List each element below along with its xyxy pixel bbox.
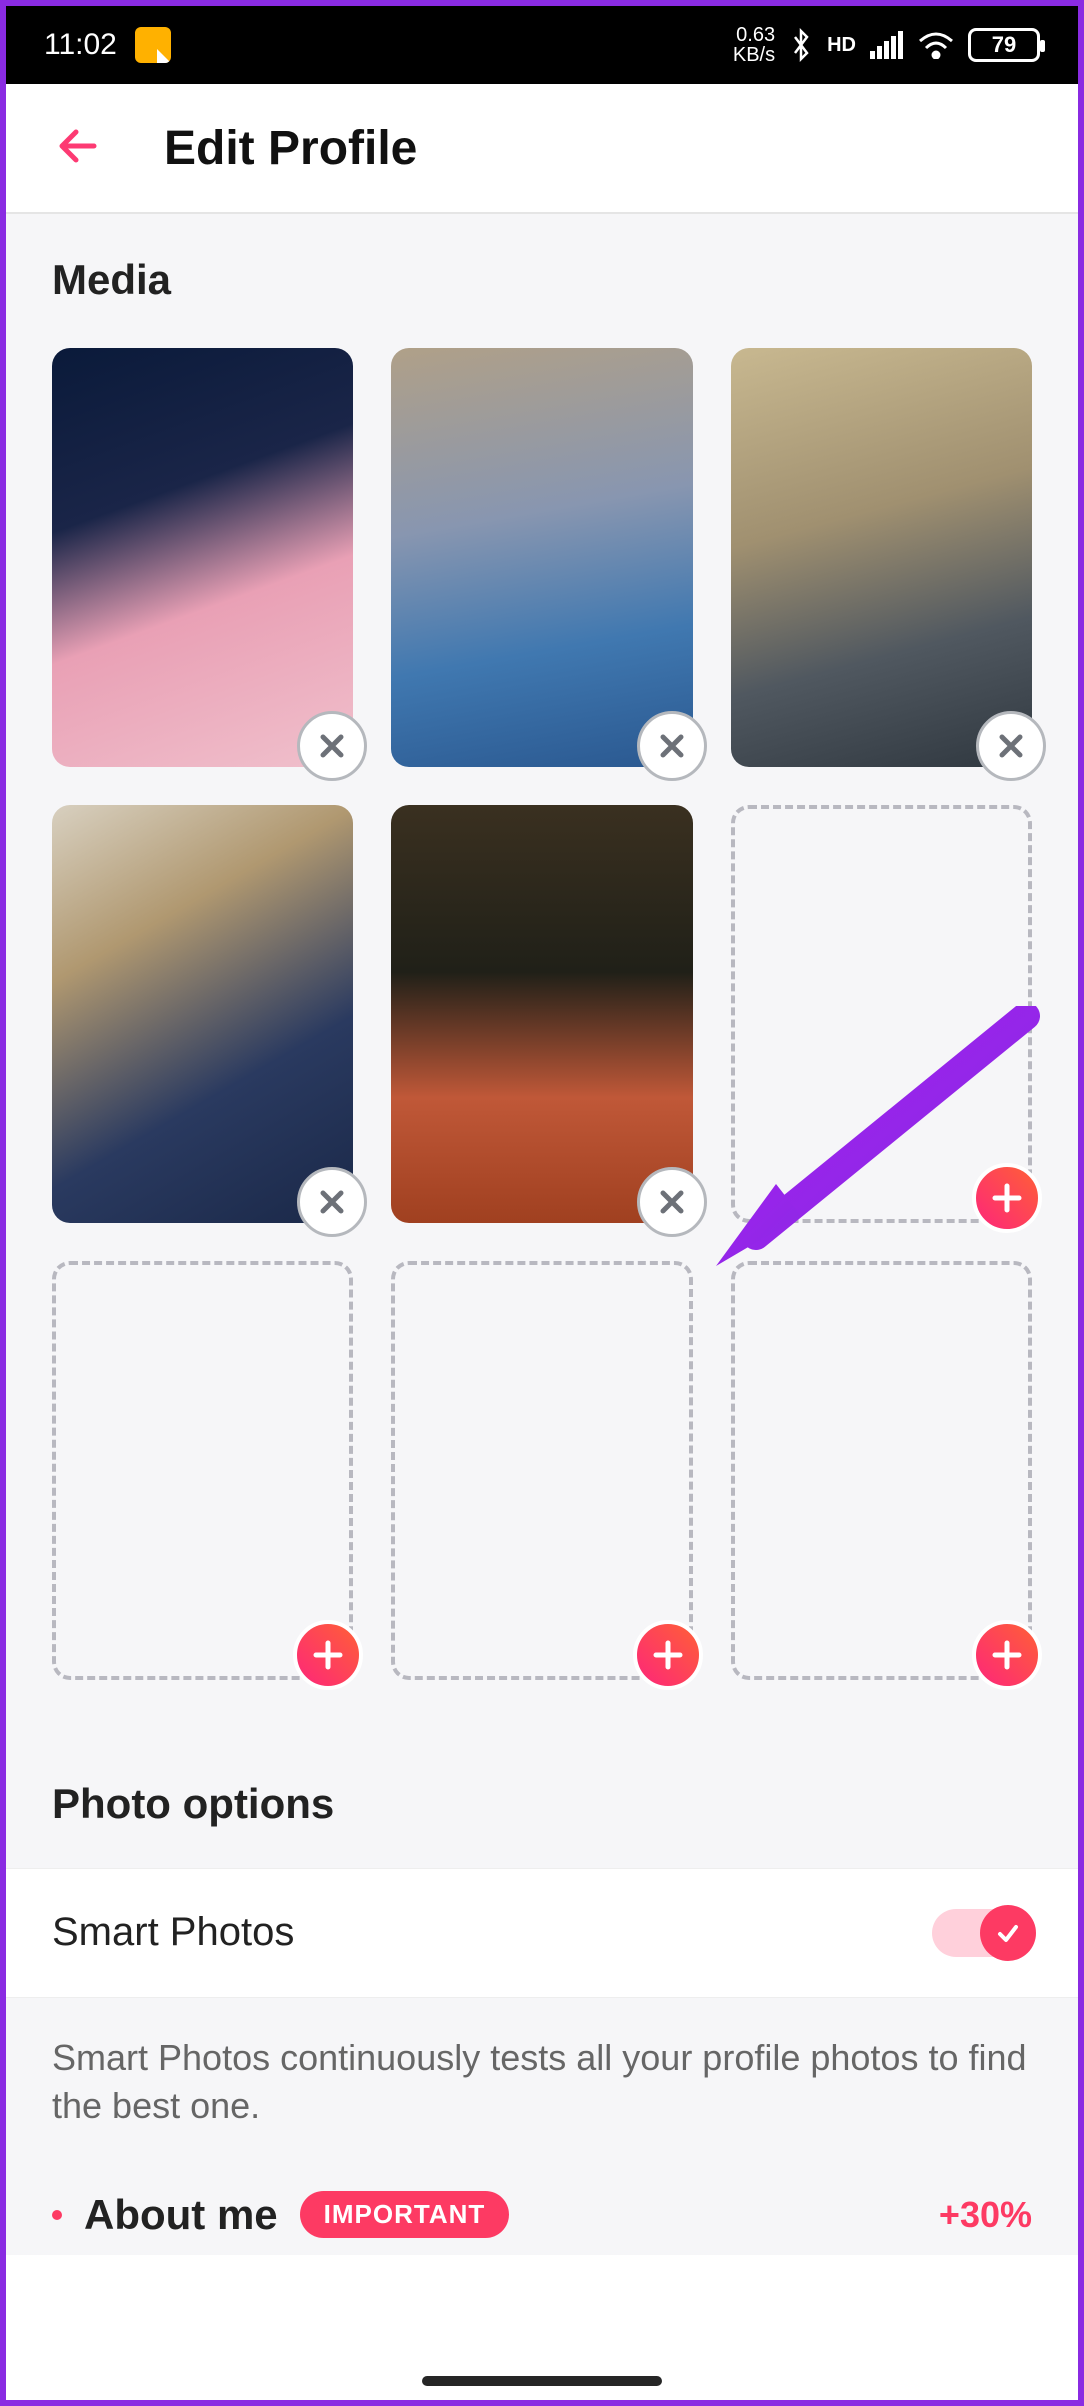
- photo-slot-empty[interactable]: [731, 805, 1032, 1224]
- close-icon: [995, 730, 1027, 762]
- bullet-icon: [52, 2210, 62, 2220]
- wifi-icon: [918, 31, 954, 59]
- smart-photos-tip: Smart Photos continuously tests all your…: [6, 1998, 1078, 2191]
- important-badge: IMPORTANT: [300, 2191, 510, 2238]
- app-header: Edit Profile: [6, 84, 1078, 214]
- close-icon: [316, 730, 348, 762]
- close-icon: [656, 730, 688, 762]
- plus-icon: [990, 1181, 1024, 1215]
- notes-app-icon: [135, 27, 171, 63]
- add-photo-button[interactable]: [293, 1620, 363, 1690]
- media-grid: [6, 348, 1078, 1740]
- remove-photo-button[interactable]: [297, 711, 367, 781]
- remove-photo-button[interactable]: [637, 1167, 707, 1237]
- plus-icon: [651, 1638, 685, 1672]
- add-photo-button[interactable]: [633, 1620, 703, 1690]
- close-icon: [316, 1186, 348, 1218]
- remove-photo-button[interactable]: [637, 711, 707, 781]
- network-speed: 0.63 KB/s: [733, 25, 775, 65]
- home-indicator[interactable]: [422, 2376, 662, 2386]
- close-icon: [656, 1186, 688, 1218]
- back-button[interactable]: [56, 122, 104, 175]
- signal-icon: [870, 31, 904, 59]
- photo-slot-empty[interactable]: [391, 1261, 692, 1680]
- photo-options-heading: Photo options: [6, 1740, 1078, 1868]
- hd-icon: HD: [827, 34, 856, 57]
- smart-photos-label: Smart Photos: [52, 1910, 294, 1955]
- smart-photos-row[interactable]: Smart Photos: [6, 1868, 1078, 1998]
- photo-slot-empty[interactable]: [731, 1261, 1032, 1680]
- remove-photo-button[interactable]: [976, 711, 1046, 781]
- status-bar: 11:02 0.63 KB/s HD: [6, 6, 1078, 84]
- photo-slot-filled[interactable]: [391, 348, 692, 767]
- about-me-title: About me: [84, 2191, 278, 2239]
- status-time: 11:02: [44, 28, 117, 62]
- photo-slot-filled[interactable]: [391, 805, 692, 1224]
- check-icon: [980, 1905, 1036, 1961]
- media-heading: Media: [52, 256, 1032, 304]
- about-me-row[interactable]: About me IMPORTANT +30%: [6, 2191, 1078, 2255]
- page-title: Edit Profile: [164, 121, 417, 176]
- add-photo-button[interactable]: [972, 1620, 1042, 1690]
- boost-percent: +30%: [939, 2194, 1032, 2236]
- photo-slot-filled[interactable]: [52, 805, 353, 1224]
- battery-icon: 79: [968, 28, 1040, 62]
- plus-icon: [990, 1638, 1024, 1672]
- photo-slot-filled[interactable]: [731, 348, 1032, 767]
- smart-photos-toggle[interactable]: [932, 1909, 1032, 1957]
- photo-slot-empty[interactable]: [52, 1261, 353, 1680]
- plus-icon: [311, 1638, 345, 1672]
- bluetooth-icon: [789, 28, 813, 62]
- add-photo-button[interactable]: [972, 1163, 1042, 1233]
- photo-slot-filled[interactable]: [52, 348, 353, 767]
- remove-photo-button[interactable]: [297, 1167, 367, 1237]
